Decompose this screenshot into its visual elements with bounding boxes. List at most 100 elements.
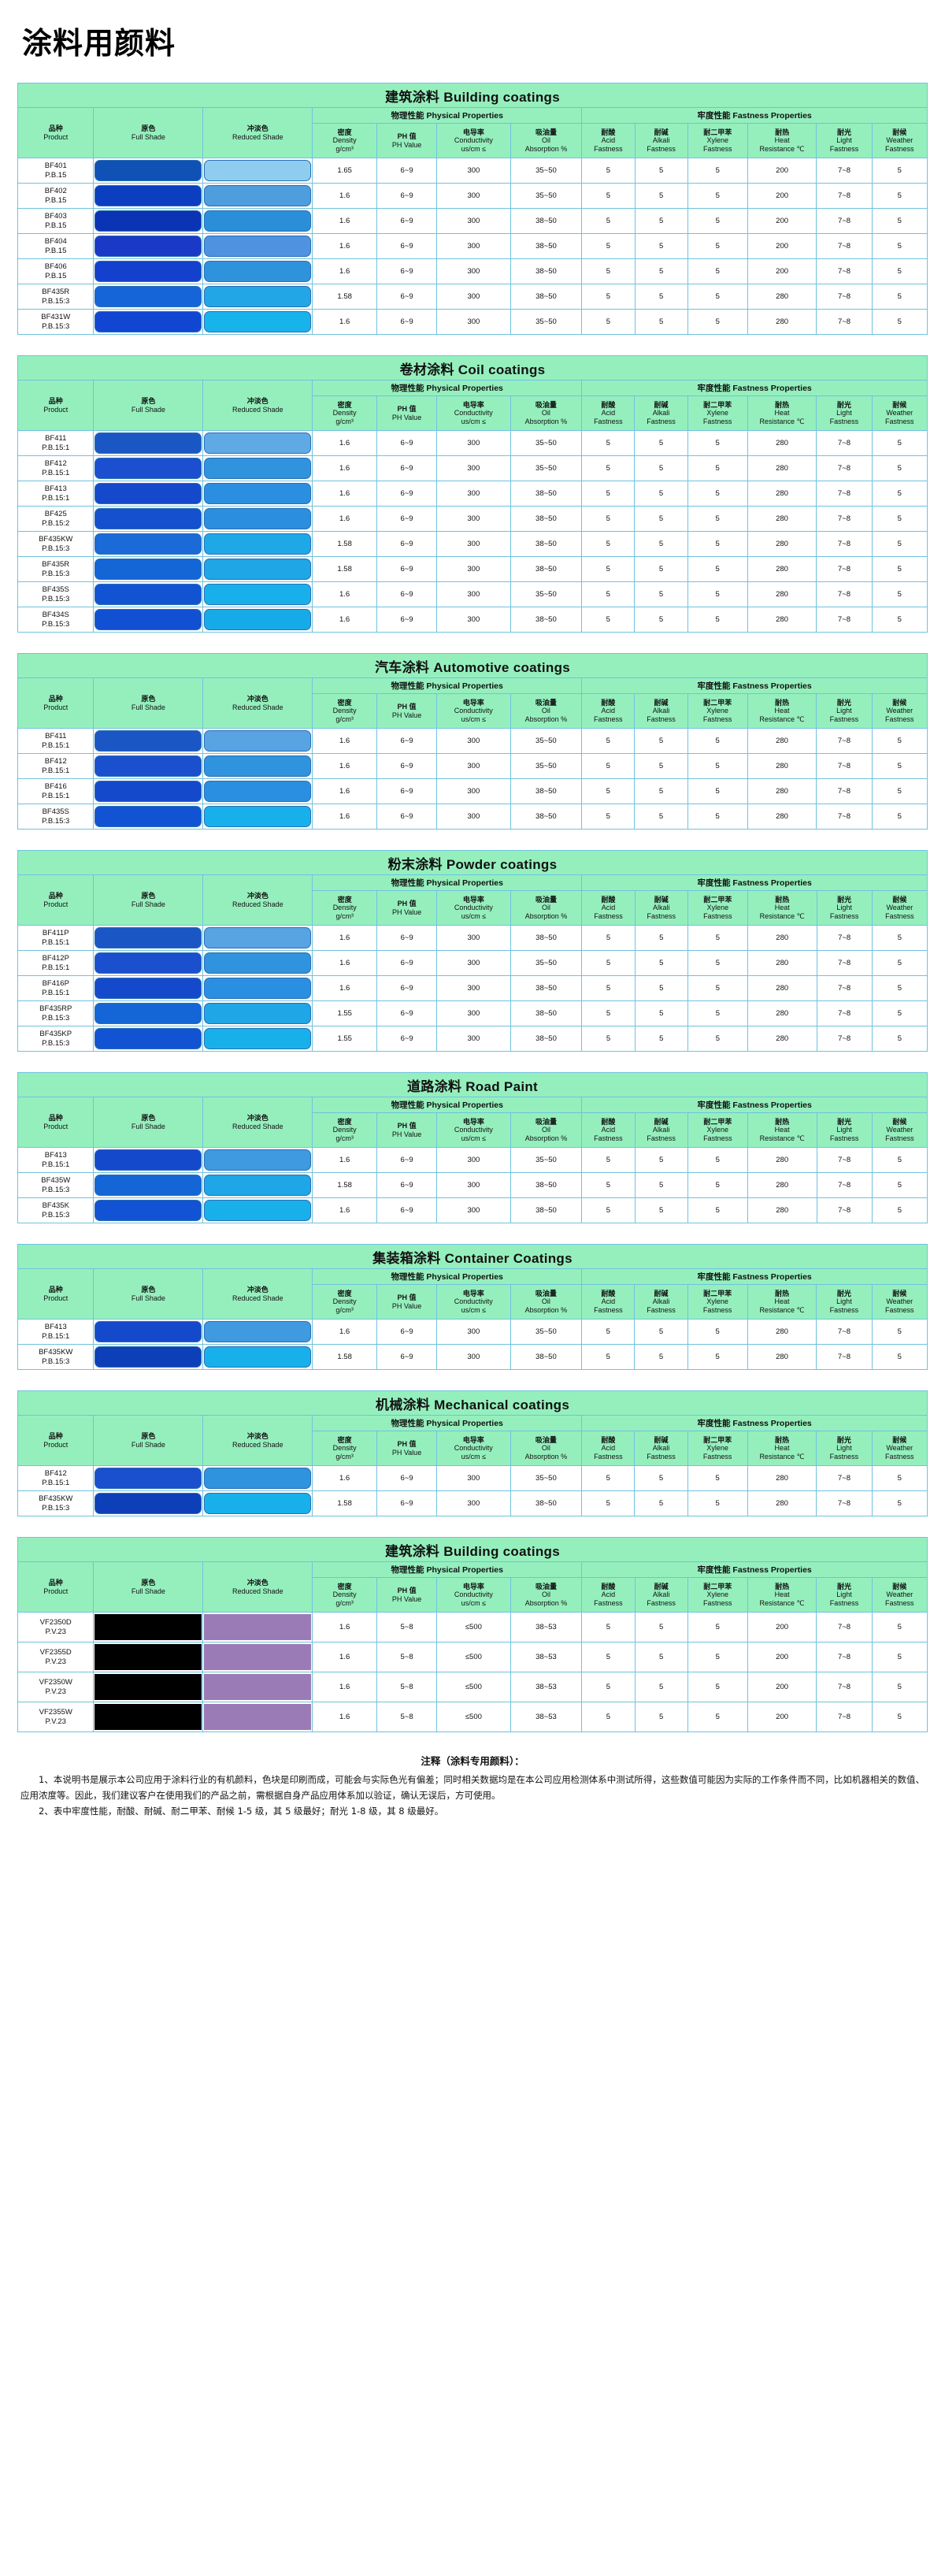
row-light-fastness: 7~8 — [816, 1172, 873, 1198]
row-density: 1.6 — [312, 1702, 378, 1732]
row-alkali-fastness: 5 — [634, 581, 688, 607]
row-weather-fastness: 5 — [871, 753, 928, 779]
row-light-fastness: 7~8 — [816, 581, 873, 607]
row-ph: 6~9 — [376, 753, 438, 779]
row-heat-resistance: 280 — [747, 556, 817, 582]
row-ph: 5~8 — [376, 1612, 438, 1642]
pigment-table-7: 机械涂料 Mechanical coatings 品种 Product 原色 Full … — [17, 1390, 928, 1516]
row-alkali-fastness: 5 — [634, 753, 688, 779]
row-weather-fastness: 5 — [871, 1702, 928, 1732]
row-ph: 6~9 — [376, 481, 438, 507]
row-acid-fastness: 5 — [581, 556, 636, 582]
row-product-code: BF435K P.B.15:3 — [17, 1197, 94, 1223]
row-density: 1.6 — [312, 753, 378, 779]
row-full-shade-swatch — [93, 258, 204, 284]
row-reduced-shade-swatch — [202, 1702, 313, 1732]
row-ph: 6~9 — [376, 233, 438, 259]
row-acid-fastness: 5 — [581, 1000, 636, 1026]
row-reduced-shade-swatch — [202, 183, 313, 209]
row-weather-fastness: 5 — [871, 309, 928, 335]
table-row: BF413 P.B.15:1 1.6 6~9 300 35~50 5 5 5 280 7~8 5 — [17, 1319, 928, 1345]
row-reduced-shade-swatch — [202, 1672, 313, 1702]
col-header-ph: PH 值 PH Value — [376, 1112, 438, 1148]
row-xylene-fastness: 5 — [687, 233, 748, 259]
row-weather-fastness: 5 — [871, 975, 928, 1001]
row-density: 1.58 — [312, 556, 378, 582]
row-oil-absorption: 38~50 — [510, 1026, 583, 1052]
row-ph: 6~9 — [376, 804, 438, 830]
table-row: BF435KW P.B.15:3 1.58 6~9 300 38~50 5 5 5 280 7~8 5 — [17, 1490, 928, 1516]
col-header-ph: PH 值 PH Value — [376, 1431, 438, 1466]
row-xylene-fastness: 5 — [687, 804, 748, 830]
row-weather-fastness: 5 — [871, 1197, 928, 1223]
col-header-ph: PH 值 PH Value — [376, 693, 438, 729]
row-acid-fastness: 5 — [581, 778, 636, 804]
row-light-fastness: 7~8 — [816, 1344, 873, 1370]
col-header-oil-absorption: 吸油量 Oil Absorption % — [510, 1284, 583, 1320]
row-ph: 6~9 — [376, 1465, 438, 1491]
row-conductivity: 300 — [436, 753, 511, 779]
row-heat-resistance: 200 — [747, 1612, 817, 1642]
group-header-fastness: 牢度性能 Fastness Properties — [581, 1415, 928, 1431]
col-header-alkali-fastness: 耐碱 Alkali Fastness — [634, 1431, 688, 1466]
pigment-table: 粉末涂料 Powder coatings 品种 Product 原色 Full Shad… — [17, 850, 928, 1052]
document-page: 涂料用颜料 建筑涂料 Building coatings 品种 Product 原色 F… — [0, 0, 945, 1827]
row-alkali-fastness: 5 — [634, 975, 688, 1001]
row-heat-resistance: 200 — [747, 1672, 817, 1702]
table-row: BF435R P.B.15:3 1.58 6~9 300 38~50 5 5 5 280 7~8 5 — [17, 556, 928, 582]
col-header-density: 密度 Density g/cm³ — [312, 890, 378, 926]
row-xylene-fastness: 5 — [687, 1319, 748, 1345]
row-heat-resistance: 280 — [747, 1319, 817, 1345]
col-header-density: 密度 Density g/cm³ — [312, 1431, 378, 1466]
row-conductivity: 300 — [436, 1465, 511, 1491]
row-light-fastness: 7~8 — [816, 1000, 873, 1026]
row-heat-resistance: 200 — [747, 183, 817, 209]
row-weather-fastness: 5 — [871, 1172, 928, 1198]
row-oil-absorption: 38~53 — [510, 1642, 583, 1672]
row-acid-fastness: 5 — [581, 1197, 636, 1223]
row-light-fastness: 7~8 — [816, 804, 873, 830]
row-xylene-fastness: 5 — [687, 975, 748, 1001]
col-header-heat-resistance: 耐热 Heat Resistance ℃ — [747, 395, 817, 431]
group-header-physical: 物理性能 Physical Properties — [312, 1561, 583, 1578]
row-heat-resistance: 280 — [747, 607, 817, 633]
row-oil-absorption: 38~50 — [510, 556, 583, 582]
row-alkali-fastness: 5 — [634, 258, 688, 284]
col-header-product: 品种 Product — [17, 107, 94, 158]
row-reduced-shade-swatch — [202, 975, 313, 1001]
row-product-code: BF412 P.B.15:1 — [17, 455, 94, 481]
row-xylene-fastness: 5 — [687, 753, 748, 779]
row-alkali-fastness: 5 — [634, 1026, 688, 1052]
row-ph: 6~9 — [376, 607, 438, 633]
row-full-shade-swatch — [93, 233, 204, 259]
col-header-product: 品种 Product — [17, 1415, 94, 1466]
pigment-table: 建筑涂料 Building coatings 品种 Product 原色 Full Sh… — [17, 83, 928, 335]
row-alkali-fastness: 5 — [634, 1672, 688, 1702]
row-weather-fastness: 5 — [871, 1147, 928, 1173]
row-conductivity: ≤500 — [436, 1672, 511, 1702]
row-alkali-fastness: 5 — [634, 506, 688, 532]
row-acid-fastness: 5 — [581, 430, 636, 456]
table-row: BF435KW P.B.15:3 1.58 6~9 300 38~50 5 5 5 280 7~8 5 — [17, 531, 928, 557]
row-xylene-fastness: 5 — [687, 1612, 748, 1642]
row-product-code: BF434S P.B.15:3 — [17, 607, 94, 633]
table-title-banner: 道路涂料 Road Paint — [17, 1072, 928, 1097]
col-header-ph: PH 值 PH Value — [376, 1284, 438, 1320]
col-header-xylene-fastness: 耐二甲苯 Xylene Fastness — [687, 890, 748, 926]
col-header-conductivity: 电导率 Conductivity us/cm ≤ — [436, 693, 511, 729]
row-acid-fastness: 5 — [581, 208, 636, 234]
row-full-shade-swatch — [93, 1172, 204, 1198]
row-weather-fastness: 5 — [871, 804, 928, 830]
row-reduced-shade-swatch — [202, 208, 313, 234]
row-weather-fastness: 5 — [871, 728, 928, 754]
row-conductivity: 300 — [436, 208, 511, 234]
row-heat-resistance: 280 — [747, 430, 817, 456]
row-density: 1.58 — [312, 1490, 378, 1516]
row-heat-resistance: 280 — [747, 975, 817, 1001]
row-light-fastness: 7~8 — [816, 607, 873, 633]
row-full-shade-swatch — [93, 183, 204, 209]
row-weather-fastness: 5 — [871, 607, 928, 633]
row-full-shade-swatch — [93, 1642, 204, 1672]
row-ph: 6~9 — [376, 158, 438, 184]
table-title-banner: 卷材涂料 Coil coatings — [17, 355, 928, 380]
